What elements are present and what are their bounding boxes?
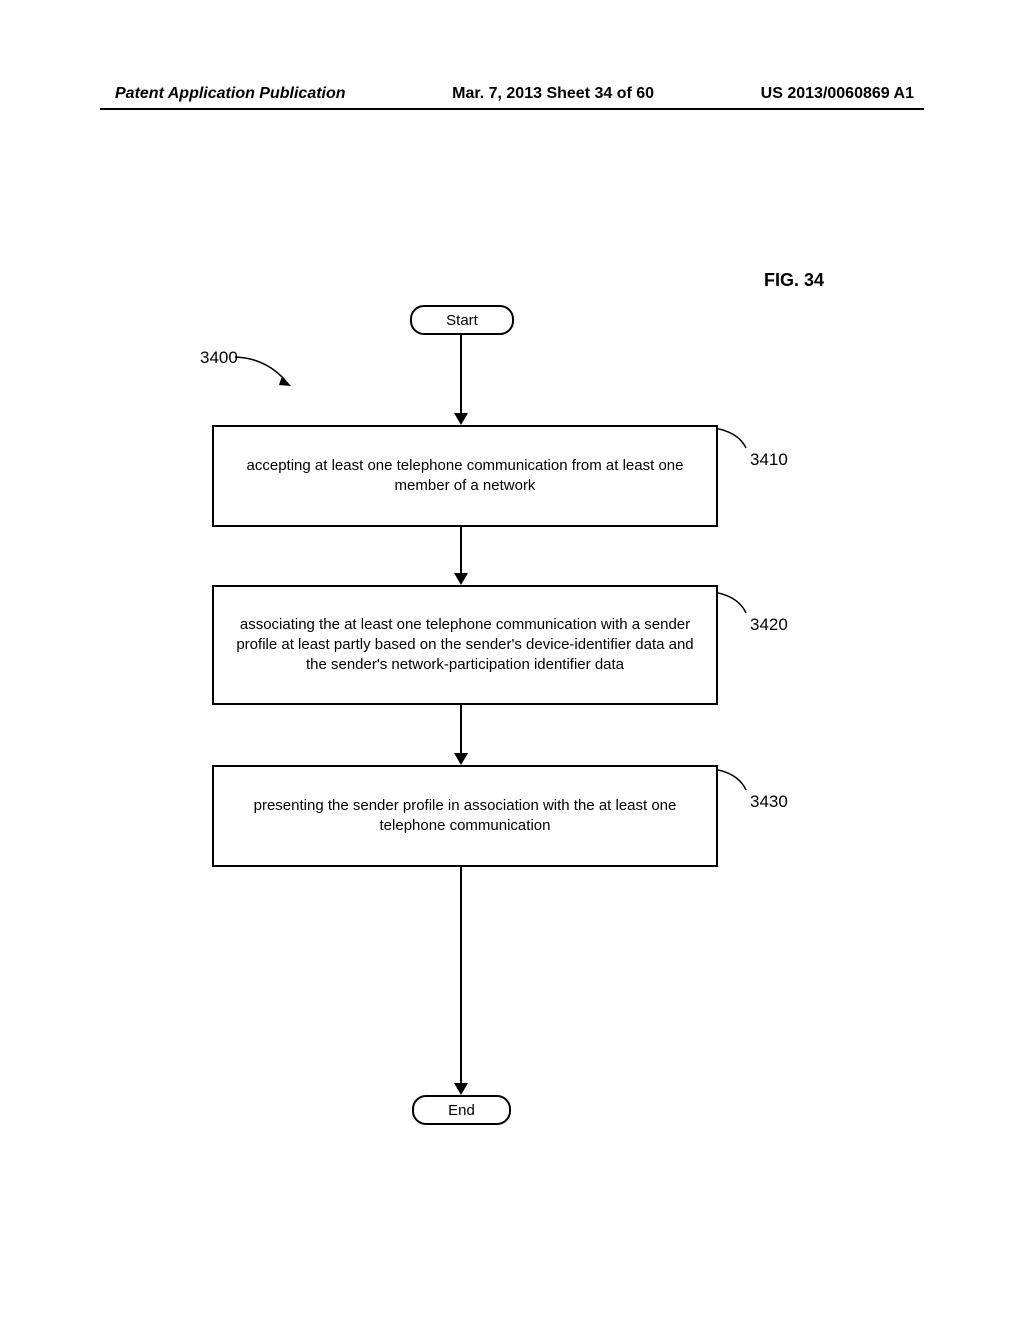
- arrow-start-to-3410: [460, 335, 462, 423]
- header-center: Mar. 7, 2013 Sheet 34 of 60: [452, 85, 654, 103]
- step-3420-box: associating the at least one telephone c…: [212, 585, 718, 705]
- step-3430-text: presenting the sender profile in associa…: [230, 796, 700, 837]
- arrowhead-icon: [454, 573, 468, 585]
- end-terminator: End: [412, 1095, 511, 1125]
- ref-3430: 3430: [750, 792, 788, 812]
- header-right: US 2013/0060869 A1: [761, 85, 914, 103]
- step-3430-box: presenting the sender profile in associa…: [212, 765, 718, 867]
- flowchart: Start accepting at least one telephone c…: [190, 300, 810, 1130]
- page-header: Patent Application Publication Mar. 7, 2…: [0, 85, 1024, 103]
- figure-label: FIG. 34: [764, 270, 824, 291]
- step-3410-box: accepting at least one telephone communi…: [212, 425, 718, 527]
- ref-3420: 3420: [750, 615, 788, 635]
- arrowhead-icon: [454, 753, 468, 765]
- step-3420-text: associating the at least one telephone c…: [230, 615, 700, 676]
- arrowhead-icon: [454, 1083, 468, 1095]
- ref-3410: 3410: [750, 450, 788, 470]
- step-3410-text: accepting at least one telephone communi…: [230, 456, 700, 497]
- header-rule: [100, 108, 924, 110]
- ref-3400: 3400: [200, 348, 238, 368]
- arrowhead-icon: [454, 413, 468, 425]
- start-terminator: Start: [410, 305, 514, 335]
- arrow-3430-to-end: [460, 865, 462, 1093]
- header-left: Patent Application Publication: [115, 85, 346, 103]
